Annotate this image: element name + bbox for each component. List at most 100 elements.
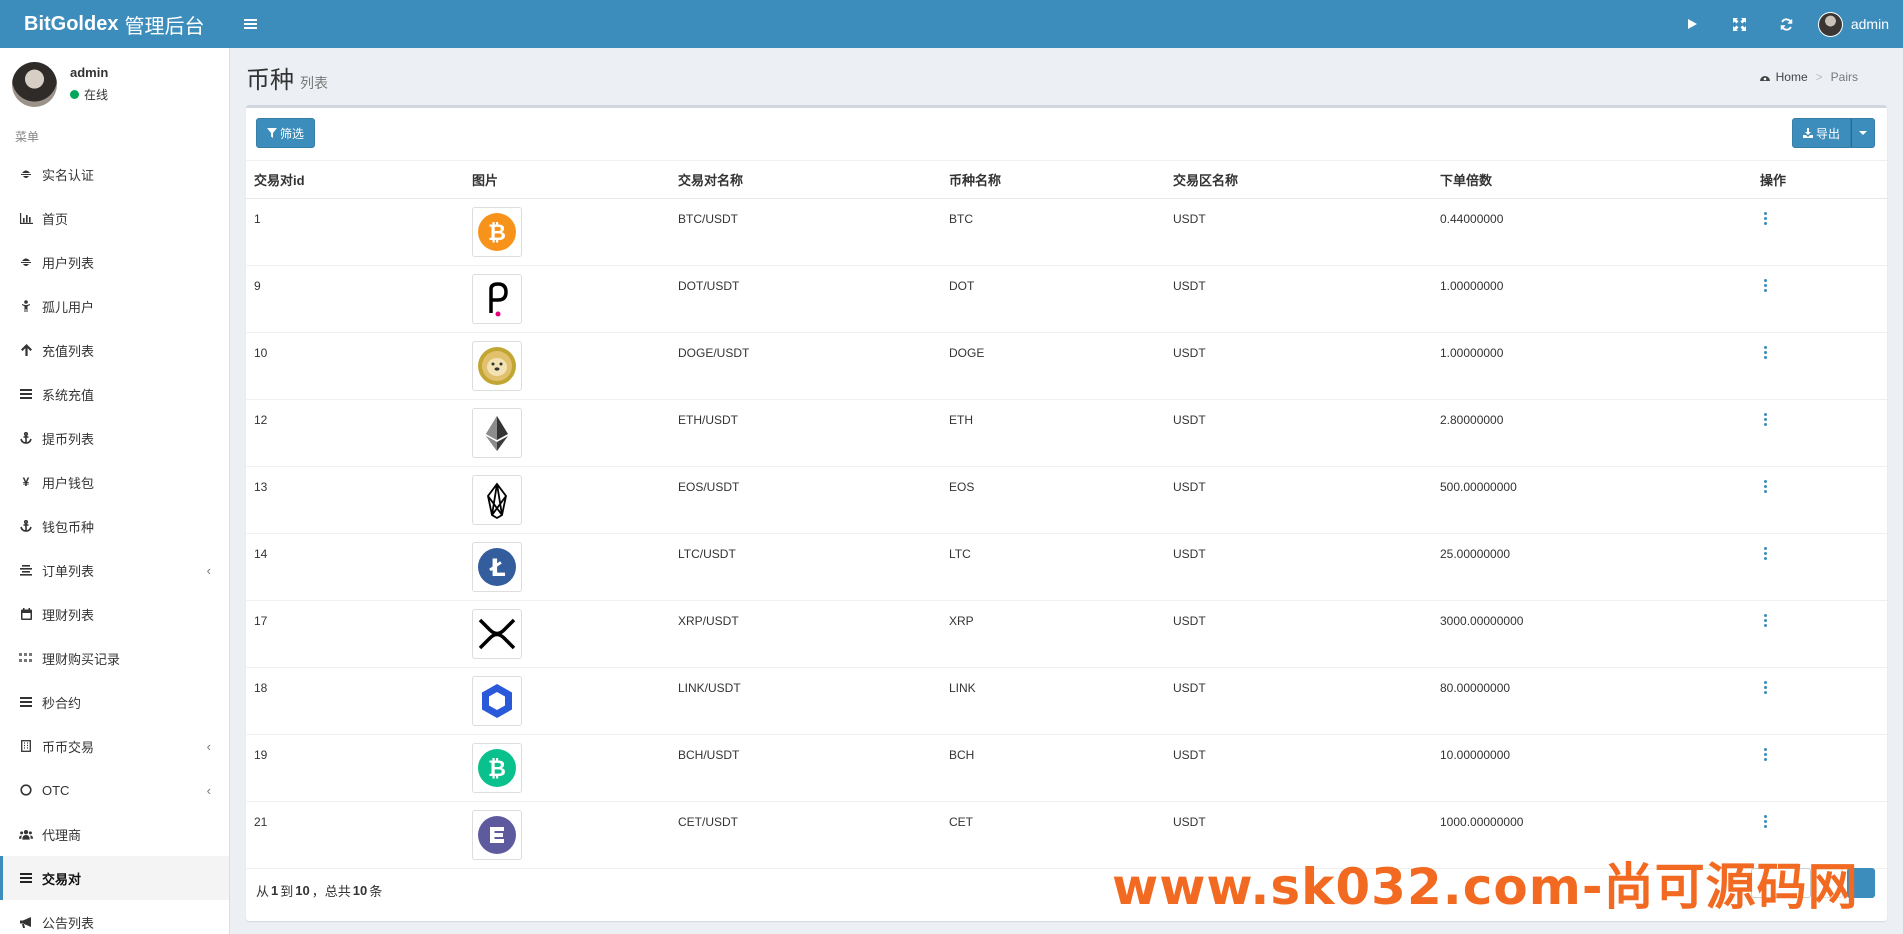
column-header-market-name[interactable]: 交易区名称 (1165, 160, 1432, 199)
cell-actions (1752, 332, 1887, 400)
column-header-multiple[interactable]: 下单倍数 (1432, 160, 1752, 199)
user-panel: admin 在线 (0, 48, 229, 120)
sidebar-item-label: 交易对 (42, 871, 82, 887)
sidebar-item-orders[interactable]: 订单列表 ‹ (0, 548, 229, 592)
content-header: 币种 列表 Home > Pairs (231, 48, 1903, 104)
breadcrumb-home[interactable]: Home (1776, 70, 1808, 84)
filter-button[interactable]: 筛选 (256, 118, 316, 148)
row-actions-icon[interactable] (1760, 748, 1771, 763)
sidebar-item-user-wallets[interactable]: ¥ 用户钱包 (0, 460, 229, 504)
cell-id: 10 (246, 332, 464, 400)
header-user-name: admin (1850, 16, 1889, 32)
pairs-table: 交易对id 图片 交易对名称 币种名称 交易区名称 下单倍数 操作 1 ₿ BTC/… (246, 160, 1887, 869)
grid-icon (19, 653, 33, 663)
align-center-icon (19, 564, 33, 576)
svg-text:Ł: Ł (488, 554, 505, 582)
row-actions-icon[interactable] (1760, 614, 1771, 629)
table-header-row: 交易对id 图片 交易对名称 币种名称 交易区名称 下单倍数 操作 (246, 160, 1887, 199)
svg-text:₿: ₿ (488, 757, 506, 782)
sidebar-item-finance[interactable]: 理财列表 (0, 592, 229, 636)
row-actions-icon[interactable] (1760, 815, 1771, 830)
sidebar-item-wallet-coins[interactable]: 钱包币种 (0, 504, 229, 548)
sidebar-item-spot-trading[interactable]: 币币交易 ‹ (0, 724, 229, 768)
sidebar-item-trading-pairs[interactable]: 交易对 (0, 856, 229, 900)
play-icon[interactable] (1669, 0, 1716, 48)
dot-logo (472, 274, 522, 324)
cell-id: 21 (246, 801, 464, 869)
column-header-id[interactable]: 交易对id (246, 160, 464, 199)
sidebar-item-kyc[interactable]: 实名认证 (0, 152, 229, 196)
sidebar-item-announcements[interactable]: 公告列表 (0, 900, 229, 934)
export-button[interactable]: 导出 (1791, 118, 1851, 148)
cell-pair-name: BTC/USDT (670, 198, 941, 266)
column-header-pair-name[interactable]: 交易对名称 (670, 160, 941, 199)
cell-coin-name: XRP (941, 600, 1165, 668)
summary-suffix: 条 (369, 883, 383, 899)
sidebar-toggle-icon[interactable] (230, 0, 270, 48)
chevron-left-icon: ‹ (206, 738, 211, 754)
cell-actions (1752, 265, 1887, 333)
cell-pair-name: DOT/USDT (670, 265, 941, 333)
sidebar-item-label: OTC (42, 782, 70, 798)
cell-coin-name: ETH (941, 399, 1165, 467)
users-icon (19, 829, 33, 840)
cell-multiple: 25.00000000 (1432, 533, 1752, 601)
sidebar-item-deposits[interactable]: 充值列表 (0, 328, 229, 372)
sidebar-item-finance-records[interactable]: 理财购买记录 (0, 636, 229, 680)
dashboard-icon (1759, 76, 1770, 81)
column-header-image: 图片 (464, 160, 670, 199)
column-header-coin-name[interactable]: 币种名称 (941, 160, 1165, 199)
cell-image: ₿ (464, 198, 670, 266)
sidebar-item-agents[interactable]: 代理商 (0, 812, 229, 856)
row-actions-icon[interactable] (1760, 413, 1771, 428)
sidebar-item-withdrawals[interactable]: 提币列表 (0, 416, 229, 460)
sidebar-item-users[interactable]: 用户列表 (0, 240, 229, 284)
row-actions-icon[interactable] (1760, 346, 1771, 361)
export-dropdown-toggle[interactable] (1851, 118, 1875, 148)
avatar (12, 61, 57, 107)
chevron-left-icon: ‹ (206, 782, 211, 798)
sidebar-item-label: 用户列表 (42, 255, 95, 271)
table-row: 13 EOS/USDT EOS USDT 500.00000000 (246, 466, 1887, 534)
table-row: 10 DOGE/USDT DOGE USDT 1.00000000 (246, 332, 1887, 400)
row-actions-icon[interactable] (1760, 279, 1771, 294)
sidebar-item-orphan-users[interactable]: 孤儿用户 (0, 284, 229, 328)
cell-id: 13 (246, 466, 464, 534)
breadcrumb-current: Pairs (1830, 70, 1858, 84)
cell-image (464, 600, 670, 668)
cell-pair-name: CET/USDT (670, 801, 941, 869)
row-actions-icon[interactable] (1760, 681, 1771, 696)
cell-pair-name: BCH/USDT (670, 734, 941, 802)
export-button-group: 导出 (1791, 118, 1875, 148)
breadcrumb: Home > Pairs (1759, 70, 1858, 84)
user-menu[interactable]: admin (1810, 0, 1903, 48)
refresh-icon[interactable] (1763, 0, 1810, 48)
sidebar-item-home[interactable]: 首页 (0, 196, 229, 240)
fullscreen-icon[interactable] (1716, 0, 1763, 48)
filter-button-label: 筛选 (280, 126, 305, 141)
cell-id: 12 (246, 399, 464, 467)
brand-name: BitGoldex (24, 12, 119, 35)
column-header-actions: 操作 (1752, 160, 1887, 199)
sidebar-item-otc[interactable]: OTC ‹ (0, 768, 229, 812)
brand-logo[interactable]: BitGoldex 管理后台 (0, 0, 230, 48)
cell-id: 17 (246, 600, 464, 668)
summary-total-prefix: ，总共 (311, 883, 351, 899)
row-actions-icon[interactable] (1760, 547, 1771, 562)
row-actions-icon[interactable] (1760, 480, 1771, 495)
table-row: 14 Ł LTC/USDT LTC USDT 25.00000000 (246, 533, 1887, 601)
row-actions-icon[interactable] (1760, 212, 1771, 227)
cell-coin-name: LINK (941, 667, 1165, 735)
arrow-up-icon (19, 344, 33, 356)
building-icon (19, 740, 33, 752)
watermark: www.sk032.com-尚可源码网 (1112, 858, 1859, 916)
cell-image (464, 466, 670, 534)
caret-down-icon (1859, 131, 1867, 135)
cell-pair-name: ETH/USDT (670, 399, 941, 467)
cell-market-name: USDT (1165, 734, 1432, 802)
cell-pair-name: LINK/USDT (670, 667, 941, 735)
svg-text:₿: ₿ (488, 221, 506, 246)
sidebar-item-second-contracts[interactable]: 秒合约 (0, 680, 229, 724)
cell-actions (1752, 667, 1887, 735)
sidebar-item-system-recharge[interactable]: 系统充值 (0, 372, 229, 416)
